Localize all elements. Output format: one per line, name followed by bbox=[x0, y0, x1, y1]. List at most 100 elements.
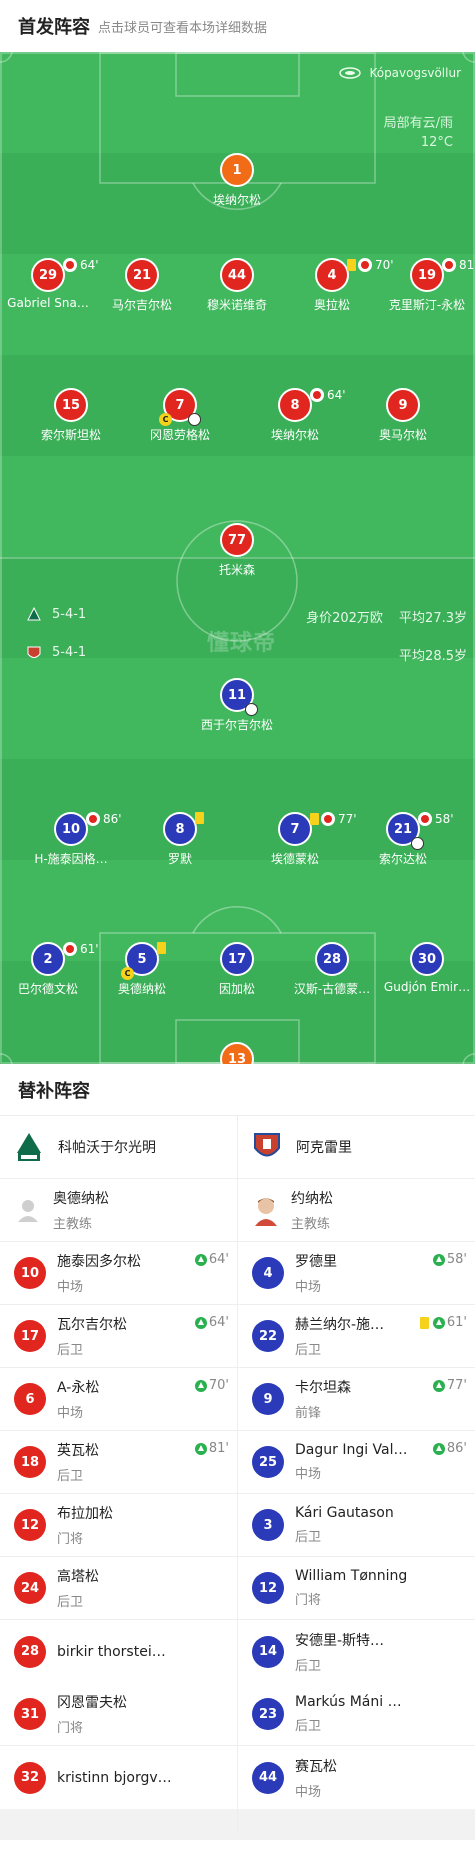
home-team-cell[interactable]: 科帕沃于尔光明 bbox=[0, 1116, 237, 1178]
sub-name: 赛瓦松 bbox=[295, 1758, 337, 1775]
player-number: 30 bbox=[417, 951, 437, 967]
sub-out-time: 64' bbox=[327, 388, 346, 402]
sub-in-info: 61' bbox=[419, 1315, 467, 1330]
home-player[interactable]: 7 C 冈恩劳格松 bbox=[125, 388, 235, 443]
sub-in-time: 61' bbox=[446, 1315, 467, 1330]
home-substitute[interactable]: 17 瓦尔吉尔松 后卫 64' bbox=[0, 1305, 237, 1367]
player-name: Gudjón Emir… bbox=[383, 980, 471, 994]
home-player[interactable]: 44 穆米诺维奇 bbox=[182, 258, 292, 313]
player-number-badge: 1 bbox=[220, 153, 254, 187]
home-team-name: 科帕沃于尔光明 bbox=[58, 1140, 156, 1156]
home-player[interactable]: 21 马尔吉尔松 bbox=[87, 258, 197, 313]
home-player[interactable]: 15 索尔斯坦松 bbox=[16, 388, 126, 443]
home-substitute[interactable]: 6 A-永松 中场 70' bbox=[0, 1368, 237, 1430]
sub-name: 卡尔坦森 bbox=[295, 1380, 351, 1396]
away-substitute[interactable]: 22 赫兰纳尔-施… 后卫 61' bbox=[238, 1305, 475, 1367]
sub-position: 后卫 bbox=[295, 1343, 322, 1358]
sub-out-icon bbox=[358, 258, 372, 272]
home-player[interactable]: 9 奥马尔松 bbox=[348, 388, 458, 443]
sub-in-info: 64' bbox=[194, 1252, 229, 1267]
away-coach-name: 约纳松 bbox=[291, 1191, 333, 1207]
home-player[interactable]: 4 70' 奥拉松 bbox=[277, 258, 394, 313]
home-coach-role: 主教练 bbox=[53, 1217, 93, 1232]
home-player[interactable]: 8 64' 埃纳尔松 bbox=[240, 388, 350, 443]
sub-position: 中场 bbox=[295, 1280, 322, 1295]
away-substitute[interactable]: 14 安德里-斯特… 后卫 bbox=[238, 1620, 475, 1683]
home-substitute[interactable]: 24 高塔松 后卫 bbox=[0, 1557, 237, 1619]
away-player[interactable]: 5 C 奥德纳松 bbox=[87, 942, 197, 997]
home-player[interactable]: 19 81' 克里斯汀-永松 bbox=[372, 258, 475, 313]
player-number-badge: 9 bbox=[386, 388, 420, 422]
home-substitute[interactable]: 28 birkir thorstei… bbox=[0, 1620, 237, 1683]
away-substitute[interactable]: 23 Markús Máni … 后卫 bbox=[238, 1683, 475, 1745]
player-events: 58' bbox=[418, 812, 454, 826]
sub-number-badge: 4 bbox=[252, 1257, 284, 1289]
home-substitute[interactable]: 18 英瓦松 后卫 81' bbox=[0, 1431, 237, 1493]
away-substitute[interactable]: 4 罗德里 中场 58' bbox=[238, 1242, 475, 1304]
sub-in-time: 77' bbox=[446, 1378, 467, 1393]
sub-in-time: 64' bbox=[208, 1315, 229, 1330]
sub-in-info: 64' bbox=[194, 1315, 229, 1330]
away-formation: 5-4-1 bbox=[52, 645, 87, 660]
home-substitute[interactable]: 12 布拉加松 门将 bbox=[0, 1494, 237, 1556]
sub-name: Markús Máni … bbox=[295, 1694, 402, 1710]
player-number: 77 bbox=[227, 532, 247, 548]
sub-position: 中场 bbox=[57, 1280, 84, 1295]
away-player[interactable]: 17 因加松 bbox=[182, 942, 292, 997]
home-coach[interactable]: 奥德纳松 主教练 bbox=[0, 1179, 237, 1241]
away-player[interactable]: 30 Gudjón Emir… bbox=[372, 942, 475, 994]
player-number: 17 bbox=[227, 951, 247, 967]
player-number-badge: 13 bbox=[220, 1042, 254, 1064]
away-player[interactable]: 13艾于敦松 bbox=[182, 1042, 292, 1064]
sub-out-time: 86' bbox=[103, 812, 122, 826]
player-number-badge: 77 bbox=[220, 523, 254, 557]
captain-icon: C bbox=[121, 967, 134, 980]
player-name: 穆米诺维奇 bbox=[206, 298, 267, 312]
ball-icon bbox=[245, 703, 258, 716]
away-substitute[interactable]: 25 Dagur Ingi Val… 中场 86' bbox=[238, 1431, 475, 1493]
away-team-cell[interactable]: 阿克雷里 bbox=[238, 1116, 475, 1178]
player-name: H-施泰因格… bbox=[34, 852, 108, 866]
player-number-badge: 28 bbox=[315, 942, 349, 976]
sub-number-badge: 14 bbox=[252, 1635, 284, 1668]
substitutes-list: 科帕沃于尔光明 阿克雷里 奥德纳松 主教练 约纳松 主教练 10 施泰因多尔松 … bbox=[0, 1116, 475, 1832]
sub-number-badge: 22 bbox=[252, 1320, 284, 1352]
away-substitute[interactable]: 12 William Tønning 门将 bbox=[238, 1557, 475, 1619]
sub-in-info: 86' bbox=[432, 1441, 467, 1456]
sub-number-badge: 24 bbox=[14, 1572, 46, 1604]
sub-name: 英瓦松 bbox=[57, 1443, 99, 1459]
player-number: 11 bbox=[227, 687, 247, 703]
sub-in-icon bbox=[194, 1316, 207, 1329]
venue: Kópavogsvöllur bbox=[339, 66, 461, 80]
player-name: 马尔吉尔松 bbox=[111, 298, 172, 312]
player-number: 7 bbox=[175, 397, 185, 413]
yellow-card-icon bbox=[157, 942, 166, 954]
home-player[interactable]: 77 托米森 bbox=[182, 523, 292, 578]
sub-in-icon bbox=[432, 1442, 445, 1455]
away-coach[interactable]: 约纳松 主教练 bbox=[238, 1179, 475, 1241]
away-coach-role: 主教练 bbox=[291, 1217, 331, 1232]
sub-position: 后卫 bbox=[57, 1595, 84, 1610]
substitutes-header: 替补阵容 bbox=[0, 1064, 475, 1116]
sub-number-badge: 25 bbox=[252, 1446, 284, 1478]
away-substitute[interactable]: 3 Kári Gautason 后卫 bbox=[238, 1494, 475, 1556]
yellow-card-icon bbox=[195, 812, 204, 824]
player-number: 4 bbox=[327, 267, 337, 283]
home-player[interactable]: 1 埃纳尔松 bbox=[182, 153, 292, 208]
away-player[interactable]: 11 西于尔吉尔松 bbox=[182, 678, 292, 733]
home-substitute[interactable]: 32 kristinn bjorgv… bbox=[0, 1746, 237, 1809]
player-number-badge: 21 bbox=[125, 258, 159, 292]
home-substitute[interactable]: 10 施泰因多尔松 中场 64' bbox=[0, 1242, 237, 1304]
sub-name: 布拉加松 bbox=[57, 1506, 113, 1522]
away-player[interactable]: 8 罗默 bbox=[125, 812, 235, 867]
away-substitute[interactable]: 44 赛瓦松 中场 bbox=[238, 1746, 475, 1809]
home-substitute[interactable]: 31 冈恩雷夫松 门将 bbox=[0, 1683, 237, 1745]
away-player[interactable]: 7 77' 埃德蒙松 bbox=[240, 812, 357, 867]
yellow-card-icon bbox=[347, 259, 356, 271]
away-player[interactable]: 28 汉斯-古德蒙… bbox=[277, 942, 387, 997]
away-player[interactable]: 21 58' 索尔达松 bbox=[348, 812, 458, 867]
away-player[interactable]: 10 86' H-施泰因格… bbox=[16, 812, 126, 867]
away-substitute[interactable]: 9 卡尔坦森 前锋 77' bbox=[238, 1368, 475, 1430]
weather-condition: 局部有云/雨 bbox=[383, 116, 453, 131]
player-name: 索尔斯坦松 bbox=[40, 428, 101, 442]
